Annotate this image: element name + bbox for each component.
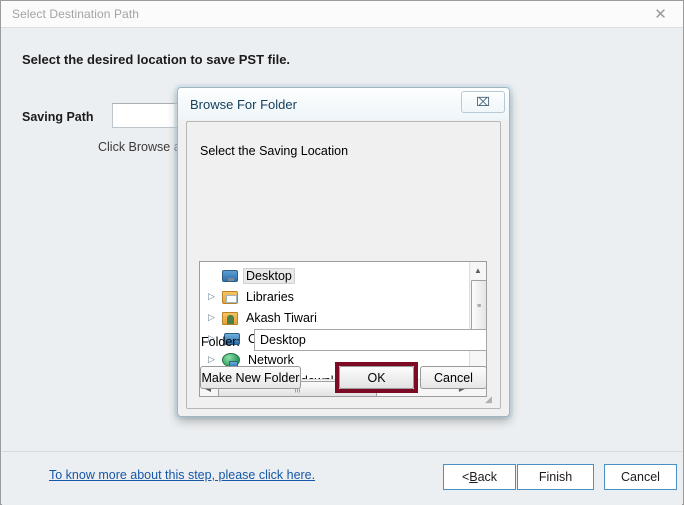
close-icon[interactable]: ✕ (638, 1, 683, 27)
folder-name-input[interactable] (254, 329, 487, 351)
browse-for-folder-dialog: Browse For Folder ⌧ Select the Saving Lo… (177, 87, 510, 417)
ok-button[interactable]: OK (339, 366, 414, 389)
tree-item-label: Desktop (243, 267, 295, 284)
tree-vertical-scrollbar[interactable]: ▲ ≡ ▼ (469, 262, 486, 380)
back-suffix: ack (477, 470, 498, 484)
close-icon[interactable]: ⌧ (461, 91, 505, 113)
tree-item-akash-tiwari[interactable]: ▷ Akash Tiwari (200, 307, 468, 328)
finish-button[interactable]: Finish (517, 464, 594, 490)
wizard-titlebar: Select Destination Path ✕ (1, 1, 683, 28)
saving-path-label: Saving Path (22, 110, 94, 124)
tree-item-label: Libraries (246, 289, 294, 304)
tree-item-libraries[interactable]: ▷ Libraries (200, 286, 468, 307)
ok-button-highlight: OK (335, 362, 418, 393)
window-title: Select Destination Path (12, 7, 140, 21)
browse-hint-text: Click Browse an (98, 140, 188, 154)
chevron-right-icon[interactable]: ▷ (208, 292, 222, 301)
browse-cancel-button[interactable]: Cancel (420, 366, 487, 389)
back-prefix: < (461, 470, 470, 484)
folder-field-label: Folder: (201, 335, 240, 349)
library-icon (222, 290, 238, 304)
help-link[interactable]: To know more about this step, please cli… (49, 468, 315, 482)
resize-grip-icon[interactable]: ◢ (485, 394, 496, 405)
tree-item-desktop[interactable]: Desktop (200, 265, 468, 286)
wizard-footer: To know more about this step, please cli… (2, 451, 682, 505)
back-button[interactable]: < Back (443, 464, 516, 490)
page-title: Select the desired location to save PST … (22, 52, 291, 67)
vertical-scrollbar-thumb[interactable]: ≡ (471, 280, 486, 332)
user-icon (222, 311, 238, 325)
browse-dialog-title: Browse For Folder (190, 97, 297, 112)
network-icon (222, 353, 240, 368)
make-new-folder-button[interactable]: Make New Folder (200, 366, 301, 389)
wizard-window: Select Destination Path ✕ Select the des… (0, 0, 684, 505)
browse-dialog-panel: Select the Saving Location Desktop ▷ Libra… (186, 121, 501, 409)
back-accel: B (469, 470, 478, 484)
chevron-right-icon[interactable]: ▷ (208, 313, 222, 322)
scroll-up-icon[interactable]: ▲ (470, 262, 486, 278)
tree-item-label: Akash Tiwari (246, 310, 317, 325)
monitor-icon (222, 270, 238, 282)
cancel-button[interactable]: Cancel (604, 464, 677, 490)
browse-dialog-titlebar: Browse For Folder ⌧ (178, 88, 509, 120)
browse-instruction-label: Select the Saving Location (200, 144, 349, 158)
chevron-right-icon[interactable]: ▷ (208, 355, 222, 364)
